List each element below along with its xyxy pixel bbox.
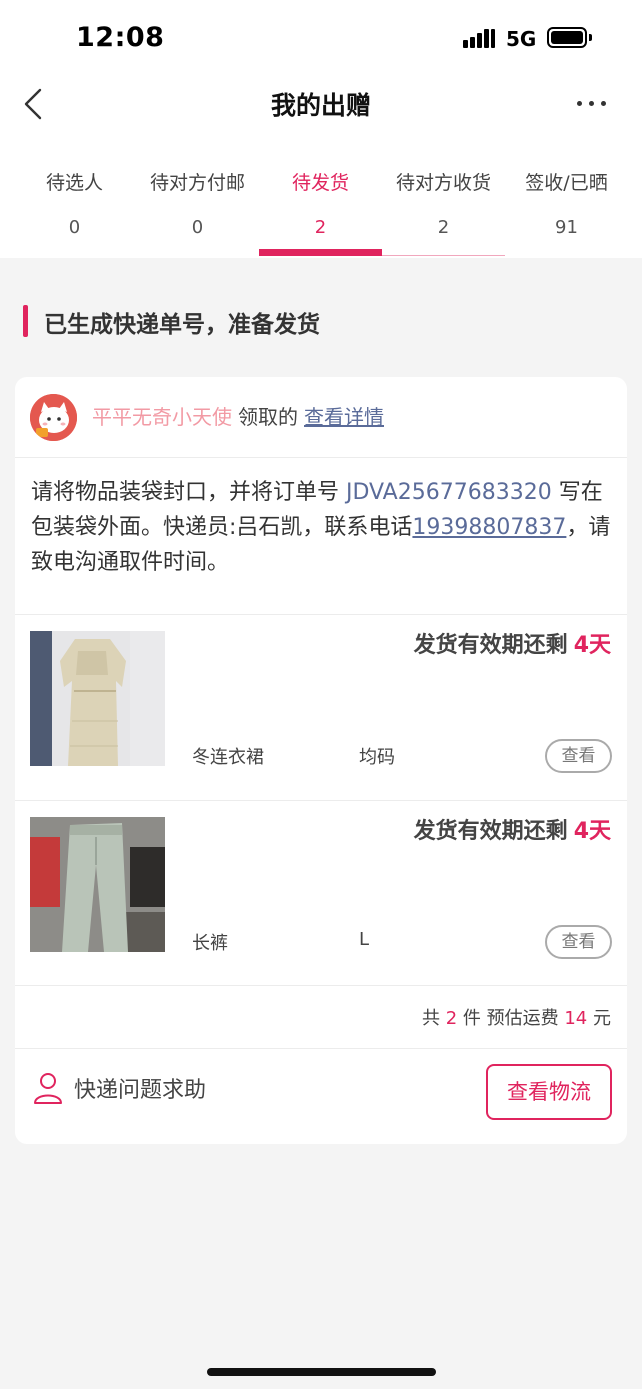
summary-prefix: 共 [421, 1008, 440, 1029]
item-name: 冬连衣裙 [192, 747, 264, 768]
view-logistics-button[interactable]: 查看物流 [486, 1064, 612, 1120]
claimer-name[interactable]: 平平无奇小天使 [92, 405, 232, 429]
item-thumbnail[interactable] [30, 631, 165, 766]
tab-count: 0 [68, 217, 81, 238]
dress-image [30, 631, 165, 766]
tab-label: 签收/已晒 [525, 172, 608, 194]
ship-deadline: 发货有效期还剩 4天 [414, 813, 611, 845]
tab-label: 待对方付邮 [149, 172, 245, 194]
page-title: 我的出赠 [270, 91, 371, 120]
claimer-line: 平平无奇小天使 领取的 查看详情 [92, 401, 384, 430]
status-time: 12:08 [76, 22, 165, 53]
section-title: 已生成快递单号，准备发货 [44, 312, 320, 338]
header-area: 12:08 5G 我的出赠 待选人 0 待对方付邮 0 待发货 2 待对方收货 … [0, 0, 642, 258]
tab-waiting-select[interactable]: 待选人 0 [13, 164, 136, 258]
pants-image [30, 817, 165, 952]
item-row: 发货有效期还剩 4天 冬连衣裙 均码 查看 [15, 615, 627, 800]
fee-unit: 元 [593, 1008, 611, 1029]
tab-waiting-postage[interactable]: 待对方付邮 0 [136, 164, 259, 258]
battery-tip [589, 34, 592, 41]
deadline-days: 4天 [573, 819, 611, 844]
divider [15, 985, 627, 986]
shipping-instructions: 请将物品装袋封口，并将订单号 JDVA25677683320 写在包装袋外面。快… [31, 475, 611, 580]
instruction-text: 请将物品装袋封口，并将订单号 [31, 480, 346, 505]
help-label: 快递问题求助 [74, 1078, 207, 1103]
summary-mid: 件 预估运费 [462, 1008, 559, 1029]
claim-action-text: 领取的 [238, 405, 298, 429]
item-thumbnail[interactable] [30, 817, 165, 952]
tab-count: 2 [437, 217, 450, 238]
item-size: 均码 [359, 747, 395, 768]
tab-label: 待发货 [291, 172, 349, 194]
active-tab-indicator [259, 249, 382, 256]
tab-count: 0 [191, 217, 204, 238]
tab-count: 2 [314, 217, 327, 238]
divider [15, 1048, 627, 1049]
ship-deadline: 发货有效期还剩 4天 [414, 627, 611, 659]
tab-waiting-ship[interactable]: 待发货 2 [259, 164, 382, 258]
item-size: L [359, 929, 370, 950]
view-item-button[interactable]: 查看 [545, 739, 612, 773]
item-count: 2 [445, 1008, 458, 1029]
item-row: 发货有效期还剩 4天 长裤 L 查看 [15, 801, 627, 986]
shipping-fee: 14 [564, 1008, 588, 1029]
avatar-image [30, 394, 77, 441]
divider [15, 457, 627, 458]
deadline-label: 发货有效期还剩 [413, 633, 568, 658]
tab-waiting-receive[interactable]: 待对方收货 2 [382, 164, 505, 258]
order-card: 平平无奇小天使 领取的 查看详情 请将物品装袋封口，并将订单号 JDVA256776… [15, 377, 627, 1144]
home-indicator[interactable] [207, 1368, 436, 1376]
section-accent-bar [23, 305, 28, 337]
tab-count: 91 [555, 217, 578, 238]
order-number: JDVA25677683320 [346, 480, 552, 505]
tab-label: 待选人 [45, 172, 103, 194]
tab-label: 待对方收货 [395, 172, 491, 194]
tab-signed[interactable]: 签收/已晒 91 [505, 164, 628, 258]
status-tabs: 待选人 0 待对方付邮 0 待发货 2 待对方收货 2 签收/已晒 91 [13, 164, 629, 258]
deadline-label: 发货有效期还剩 [413, 819, 568, 844]
tab-underline [382, 255, 505, 256]
battery-icon [547, 27, 587, 48]
network-label: 5G [506, 27, 537, 51]
signal-icon [463, 28, 495, 48]
order-summary: 共 2 件 预估运费 14 元 [422, 1004, 611, 1030]
item-name: 长裤 [192, 933, 228, 954]
courier-phone-link[interactable]: 19398807837 [412, 515, 566, 540]
view-details-link[interactable]: 查看详情 [304, 405, 384, 429]
user-avatar[interactable] [30, 394, 77, 441]
person-icon [34, 1073, 62, 1104]
view-item-button[interactable]: 查看 [545, 925, 612, 959]
deadline-days: 4天 [573, 633, 611, 658]
more-button[interactable] [574, 90, 608, 118]
